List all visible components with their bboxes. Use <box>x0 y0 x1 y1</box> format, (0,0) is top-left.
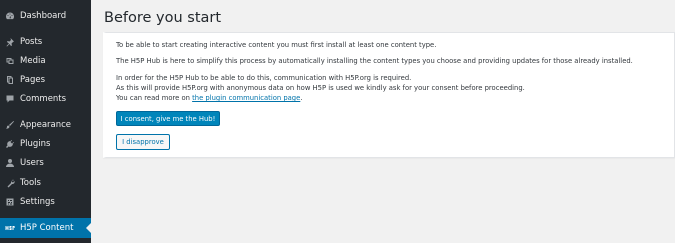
sidebar-item-comments[interactable]: Comments <box>0 89 91 109</box>
sidebar-item-label: Plugins <box>20 139 51 149</box>
dashboard-icon <box>0 6 20 26</box>
pin-icon <box>0 32 20 52</box>
sidebar-item-label: Settings <box>20 197 55 207</box>
read-more-prefix: You can read more on <box>116 94 193 102</box>
h5p-icon <box>0 218 20 238</box>
sidebar-item-label: Tools <box>20 178 41 188</box>
media-icon <box>0 51 20 71</box>
plugin-communication-link[interactable]: the plugin communication page <box>192 94 300 102</box>
sidebar-item-tools[interactable]: Tools <box>0 173 91 193</box>
notice-anonymous-data-text: As this will provide H5P.org with anonym… <box>116 84 525 92</box>
notice-read-more-text: You can read more on the plugin communic… <box>116 94 302 103</box>
comments-icon <box>0 89 20 109</box>
page-title: Before you start <box>104 10 222 26</box>
sidebar-item-plugins[interactable]: Plugins <box>0 134 91 154</box>
brush-icon <box>0 115 20 135</box>
plug-icon <box>0 134 20 154</box>
consent-button[interactable]: I consent, give me the Hub! <box>116 111 220 126</box>
sidebar-item-label: Media <box>20 56 46 66</box>
disapprove-button[interactable]: I disapprove <box>116 134 170 150</box>
sidebar-item-label: Pages <box>20 75 46 85</box>
sidebar-item-label: Posts <box>20 37 43 47</box>
admin-sidebar: Dashboard Posts Media Pages Comments App… <box>0 0 91 243</box>
notice-communication-text: In order for the H5P Hub to be able to d… <box>116 74 412 82</box>
sidebar-item-label: H5P Content <box>20 223 74 233</box>
sidebar-item-users[interactable]: Users <box>0 153 91 173</box>
user-icon <box>0 153 20 173</box>
wrench-icon <box>0 173 20 193</box>
sidebar-item-media[interactable]: Media <box>0 51 91 71</box>
pages-icon <box>0 70 20 90</box>
sidebar-item-label: Users <box>20 158 44 168</box>
settings-icon <box>0 192 20 212</box>
read-more-suffix: . <box>300 94 303 102</box>
sidebar-item-label: Appearance <box>20 120 72 130</box>
notice-hub-description: The H5P Hub is here to simplify this pro… <box>116 57 633 65</box>
sidebar-item-label: Dashboard <box>20 11 67 21</box>
sidebar-item-label: Comments <box>20 94 67 104</box>
sidebar-item-posts[interactable]: Posts <box>0 32 91 52</box>
notice-intro-text: To be able to start creating interactive… <box>116 41 437 49</box>
sidebar-item-settings[interactable]: Settings <box>0 192 91 212</box>
sidebar-item-appearance[interactable]: Appearance <box>0 115 91 135</box>
hub-consent-notice: To be able to start creating interactive… <box>103 32 675 158</box>
sidebar-item-dashboard[interactable]: Dashboard <box>0 6 91 26</box>
sidebar-item-pages[interactable]: Pages <box>0 70 91 90</box>
sidebar-item-h5p-content[interactable]: H5P Content <box>0 218 91 238</box>
